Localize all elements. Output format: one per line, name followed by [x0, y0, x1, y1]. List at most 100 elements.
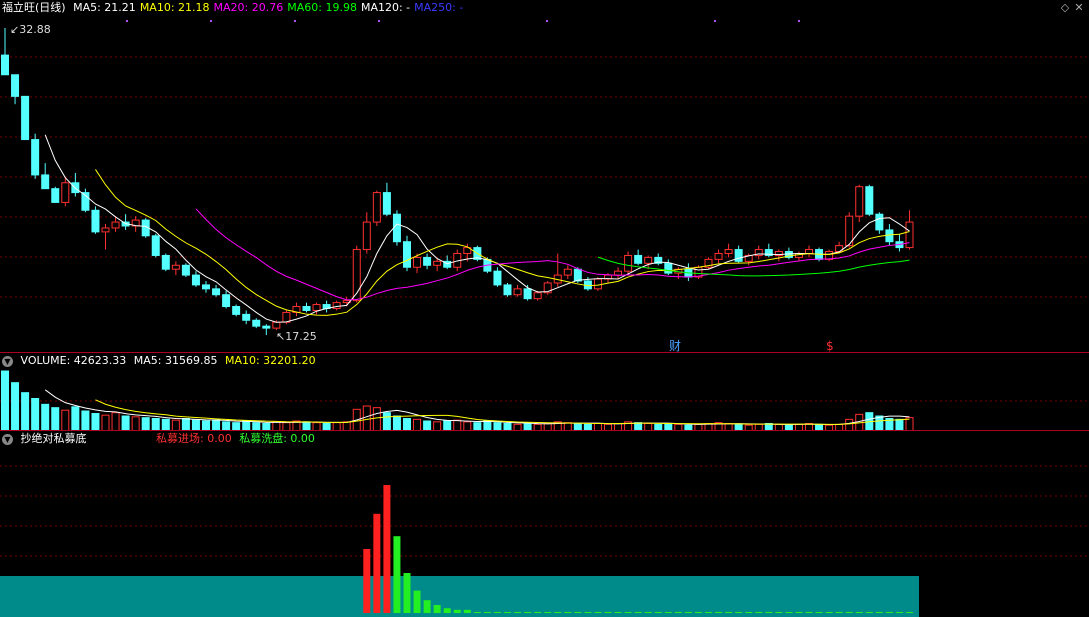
volume-bar	[41, 403, 50, 431]
green-tick	[574, 612, 582, 613]
candle-body	[202, 284, 210, 290]
candle-body	[875, 213, 884, 231]
volume-bar	[111, 412, 120, 431]
green-tick	[534, 612, 542, 613]
stock-title: 福立旺(日线)	[2, 1, 66, 14]
volume-header: ▼ VOLUME: 42623.33 MA5: 31569.85 MA10: 3…	[0, 353, 320, 369]
green-tick	[594, 612, 602, 613]
green-tick	[735, 612, 743, 613]
green-tick	[785, 612, 793, 613]
candle-body	[493, 270, 502, 286]
candle-body	[724, 249, 733, 254]
candle-body	[191, 274, 200, 286]
volume-bar	[101, 414, 110, 431]
candle-body	[885, 229, 894, 243]
green-tick	[493, 612, 501, 613]
green-tick	[715, 612, 723, 613]
green-bar	[393, 536, 401, 613]
candle-body	[523, 288, 532, 300]
finance-marker: 财	[669, 339, 681, 352]
ma5-line	[44, 134, 910, 323]
green-tick	[855, 612, 863, 613]
candle-body	[805, 249, 813, 254]
candle-body	[222, 294, 231, 308]
volume-bar	[141, 417, 150, 431]
candle-body	[1, 54, 9, 76]
candle-body	[905, 221, 914, 249]
candle-body	[111, 221, 120, 229]
collapse-icon[interactable]: ▼	[2, 355, 13, 367]
ma-label: MA120: -	[360, 1, 411, 14]
signal-dot	[126, 20, 128, 22]
signal-dot	[294, 20, 296, 22]
volume-bar	[131, 416, 140, 431]
signal-dot	[546, 20, 548, 22]
volume-title: VOLUME: 42623.33	[20, 354, 127, 367]
volume-bar	[1, 370, 9, 431]
candle-body	[392, 213, 401, 243]
green-tick	[795, 612, 803, 613]
ma-label: MA250: -	[414, 1, 464, 14]
collapse-icon[interactable]: ▼	[2, 433, 13, 445]
candle-body	[21, 95, 30, 141]
candle-body	[181, 264, 190, 276]
ma-legend: MA5: 21.21 MA10: 21.18 MA20: 20.76 MA60: 19…	[73, 1, 467, 14]
candle-body	[503, 284, 512, 296]
green-tick	[644, 612, 652, 613]
signal-dot	[210, 20, 212, 22]
volume-bar	[71, 406, 80, 431]
volume-pane[interactable]: ▼ VOLUME: 42623.33 MA5: 31569.85 MA10: 3…	[0, 352, 1089, 431]
candle-body	[714, 252, 723, 260]
candle-body	[593, 278, 602, 290]
volume-bar	[91, 413, 100, 431]
candle-body	[232, 306, 241, 315]
candle-body	[332, 302, 341, 309]
green-tick	[845, 612, 853, 613]
volume-bar	[372, 407, 381, 431]
green-tick	[473, 612, 481, 613]
green-tick	[835, 612, 843, 613]
candlestick-chart[interactable]: ↙32.88 ↖17.25 财 $	[0, 0, 1089, 352]
green-tick	[664, 612, 672, 613]
green-bar	[443, 608, 451, 613]
candle-body	[151, 235, 160, 256]
green-tick	[895, 612, 903, 613]
candle-body	[403, 241, 411, 268]
candle-body	[382, 192, 391, 215]
ma-label: MA5: 21.21	[73, 1, 136, 14]
green-bar	[423, 600, 431, 613]
candle-body	[91, 209, 100, 233]
green-tick	[725, 612, 733, 613]
candle-body	[433, 260, 442, 266]
green-tick	[885, 612, 893, 613]
candle-body	[734, 249, 743, 262]
indicator-chart[interactable]	[0, 431, 1089, 617]
indicator-pane[interactable]: ▼ 抄绝对私募底 私募进场: 0.00 私募洗盘: 0.00	[0, 430, 1089, 617]
green-tick	[654, 612, 662, 613]
green-tick	[906, 612, 913, 613]
green-tick	[483, 612, 491, 613]
volume-bar	[81, 410, 90, 431]
green-tick	[815, 612, 823, 613]
green-tick	[684, 612, 692, 613]
green-tick	[614, 612, 622, 613]
candle-body	[644, 256, 653, 264]
green-tick	[504, 612, 511, 613]
price-pane[interactable]: 福立旺(日线) MA5: 21.21 MA10: 21.18 MA20: 20.76…	[0, 0, 1089, 352]
volume-bar	[11, 382, 20, 431]
volume-bar	[392, 415, 401, 431]
candle-body	[865, 186, 874, 215]
green-tick	[745, 612, 753, 613]
candle-body	[513, 288, 522, 296]
signal-dot	[714, 20, 716, 22]
red-bar	[363, 549, 371, 613]
volume-bar	[21, 392, 30, 431]
candle-body	[634, 254, 643, 264]
green-bar	[413, 590, 421, 613]
ma-label: MA60: 19.98	[287, 1, 357, 14]
green-bar	[403, 573, 411, 613]
candle-body	[372, 192, 381, 223]
indicator-label-wash: 私募洗盘: 0.00	[239, 432, 315, 445]
candle-body	[302, 306, 311, 311]
candle-body	[855, 186, 864, 217]
